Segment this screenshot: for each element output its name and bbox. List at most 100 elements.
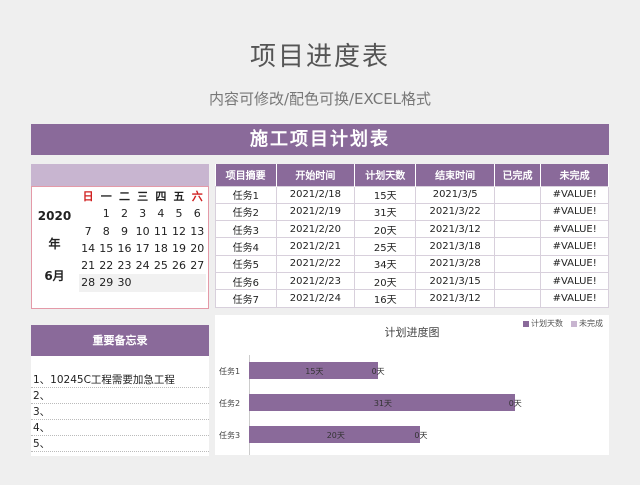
- calendar-day[interactable]: 27: [188, 257, 206, 274]
- table-cell[interactable]: [493, 237, 542, 256]
- table-cell[interactable]: 2021/2/22: [275, 254, 356, 273]
- table-cell[interactable]: 任务3: [215, 220, 277, 239]
- calendar-day[interactable]: 20: [188, 240, 206, 257]
- calendar-day[interactable]: 14: [79, 240, 97, 257]
- calendar-day[interactable]: [133, 274, 152, 292]
- table-cell[interactable]: 2021/3/15: [415, 271, 495, 291]
- calendar-day[interactable]: 11: [152, 223, 170, 240]
- calendar-day[interactable]: 19: [170, 240, 188, 257]
- calendar-day[interactable]: [79, 205, 97, 222]
- table-cell[interactable]: [493, 220, 542, 239]
- chart-data-label: 15天: [305, 367, 324, 376]
- calendar-day[interactable]: 1: [97, 205, 115, 222]
- progress-chart: 计划进度图 计划天数 未完成 任务1 15天 0天 任务2 31天 0天 任务3 20天 0天: [215, 315, 609, 455]
- table-cell[interactable]: 2021/2/20: [275, 220, 356, 239]
- calendar-day[interactable]: 16: [115, 240, 133, 257]
- calendar-day[interactable]: 24: [134, 257, 152, 274]
- calendar-grid: 日一二三四五六 1 2 3 4 5 6 7 8 9 10 11 12 13 14 15 16 17 18 19 20 21…: [79, 188, 207, 292]
- memo-line[interactable]: 4、: [31, 420, 209, 436]
- table-cell[interactable]: #VALUE!: [540, 237, 609, 256]
- memo-line[interactable]: 5、: [31, 436, 209, 452]
- table-cell[interactable]: 20天: [354, 271, 417, 291]
- calendar-day[interactable]: [151, 274, 170, 292]
- calendar-day[interactable]: 17: [134, 240, 152, 257]
- table-cell[interactable]: [493, 289, 542, 308]
- table-row: 任务4 2021/2/21 25天 2021/3/18 #VALUE!: [215, 237, 609, 256]
- calendar-week-row: 7 8 9 10 11 12 13: [79, 223, 207, 240]
- calendar-weekday: 二: [118, 190, 130, 203]
- calendar-weekday: 日: [82, 190, 94, 203]
- table-cell[interactable]: #VALUE!: [540, 220, 609, 239]
- memo-line[interactable]: 2、: [31, 388, 209, 404]
- calendar-year-label: 年: [48, 237, 61, 251]
- calendar-day[interactable]: 2: [115, 205, 133, 222]
- calendar-day[interactable]: 21: [79, 257, 97, 274]
- calendar-day[interactable]: 3: [134, 205, 152, 222]
- calendar-day[interactable]: 12: [170, 223, 188, 240]
- table-cell[interactable]: 任务2: [215, 202, 277, 222]
- legend-item-remaining: 未完成: [571, 318, 603, 329]
- table-cell[interactable]: 16天: [354, 289, 417, 308]
- calendar: 2020 年 6月 日一二三四五六 1 2 3 4 5 6 7 8 9 10 11 12 13 14 15 16…: [31, 186, 209, 309]
- calendar-day[interactable]: 7: [79, 223, 97, 240]
- calendar-day[interactable]: 4: [152, 205, 170, 222]
- calendar-day[interactable]: 29: [97, 274, 116, 292]
- table-cell[interactable]: #VALUE!: [540, 202, 609, 222]
- table-cell[interactable]: 2021/3/28: [415, 254, 495, 273]
- table-cell[interactable]: #VALUE!: [540, 289, 609, 308]
- table-cell[interactable]: [493, 254, 542, 273]
- table-cell[interactable]: 20天: [354, 220, 417, 239]
- table-cell[interactable]: [493, 185, 542, 204]
- table-cell[interactable]: 2021/3/18: [415, 237, 495, 256]
- calendar-week-row: 21 22 23 24 25 26 27: [79, 257, 207, 274]
- table-cell[interactable]: 2021/2/21: [275, 237, 356, 256]
- table-cell[interactable]: 任务4: [215, 237, 277, 256]
- table-cell[interactable]: 2021/2/23: [275, 271, 356, 291]
- memo-line[interactable]: 1、10245C工程需要加急工程: [31, 372, 209, 388]
- table-cell[interactable]: 2021/2/24: [275, 289, 356, 308]
- table-cell[interactable]: #VALUE!: [540, 271, 609, 291]
- table-cell[interactable]: 25天: [354, 237, 417, 256]
- table-cell[interactable]: 31天: [354, 202, 417, 222]
- table-cell[interactable]: 2021/2/19: [275, 202, 356, 222]
- calendar-day[interactable]: 15: [97, 240, 115, 257]
- calendar-day[interactable]: 8: [97, 223, 115, 240]
- calendar-day[interactable]: 26: [170, 257, 188, 274]
- table-header-cell: 计划天数: [354, 164, 417, 186]
- table-cell[interactable]: 任务6: [215, 271, 277, 291]
- calendar-day[interactable]: [169, 274, 189, 292]
- memo-box: 1、10245C工程需要加急工程 2、 3、 4、 5、: [31, 356, 209, 456]
- table-cell[interactable]: 2021/3/12: [415, 289, 495, 308]
- table-row: 任务2 2021/2/19 31天 2021/3/22 #VALUE!: [215, 202, 609, 222]
- table-header-cell: 开始时间: [276, 164, 356, 186]
- table-cell[interactable]: 34天: [354, 254, 417, 273]
- table-cell[interactable]: 2021/2/18: [275, 185, 356, 204]
- table-cell[interactable]: 2021/3/12: [415, 220, 495, 239]
- calendar-day[interactable]: 18: [152, 240, 170, 257]
- memo-line[interactable]: [31, 452, 209, 456]
- table-cell[interactable]: #VALUE!: [540, 254, 609, 273]
- calendar-day[interactable]: [188, 274, 207, 292]
- calendar-week-row: 28 29 30: [79, 274, 207, 292]
- calendar-day[interactable]: 30: [115, 274, 134, 292]
- table-cell[interactable]: [493, 271, 542, 291]
- table-cell[interactable]: 任务7: [215, 289, 277, 308]
- calendar-day[interactable]: 28: [79, 274, 98, 292]
- calendar-day[interactable]: 23: [115, 257, 133, 274]
- calendar-day[interactable]: 9: [115, 223, 133, 240]
- calendar-day[interactable]: 6: [188, 205, 206, 222]
- table-cell[interactable]: [493, 202, 542, 222]
- page-title: 项目进度表: [249, 42, 390, 72]
- table-cell[interactable]: 15天: [354, 185, 417, 204]
- calendar-day[interactable]: 5: [170, 205, 188, 222]
- table-cell[interactable]: 2021/3/5: [415, 185, 495, 204]
- table-cell[interactable]: 2021/3/22: [415, 202, 495, 222]
- calendar-day[interactable]: 22: [97, 257, 115, 274]
- calendar-day[interactable]: 10: [134, 223, 152, 240]
- table-cell[interactable]: 任务1: [215, 185, 277, 204]
- calendar-day[interactable]: 13: [188, 223, 206, 240]
- memo-line[interactable]: 3、: [31, 404, 209, 420]
- table-cell[interactable]: 任务5: [215, 254, 277, 273]
- calendar-day[interactable]: 25: [152, 257, 170, 274]
- table-cell[interactable]: #VALUE!: [540, 185, 609, 204]
